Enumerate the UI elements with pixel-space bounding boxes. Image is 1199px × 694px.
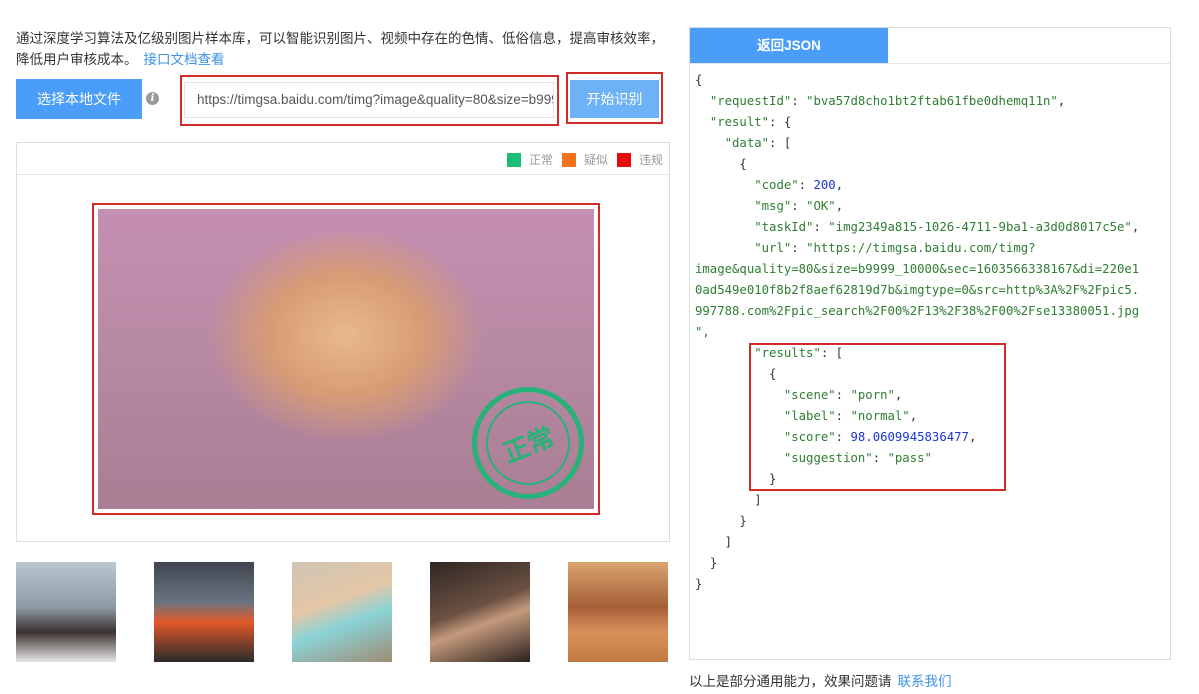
- json-key: "msg": [754, 199, 792, 213]
- contact-us-link[interactable]: 联系我们: [898, 674, 952, 689]
- json-line: 0ad549e010f8b2f8aef62819d7b&imgtype=0&sr…: [695, 283, 1140, 297]
- start-highlight-box: 开始识别: [566, 72, 663, 124]
- json-line: {: [695, 154, 1165, 175]
- json-punct: ]: [724, 535, 733, 549]
- json-value: "OK": [806, 199, 836, 213]
- json-line: }: [695, 511, 1165, 532]
- json-key: "requestId": [709, 94, 792, 108]
- start-recognition-button[interactable]: 开始识别: [570, 80, 659, 118]
- json-line: "msg": "OK",: [754, 199, 844, 213]
- json-punct: }: [709, 556, 718, 570]
- json-line: "data": [: [695, 133, 1165, 154]
- api-doc-link[interactable]: 接口文档查看: [144, 52, 225, 67]
- json-key: "data": [724, 136, 770, 150]
- json-code: { "requestId": "bva57d8cho1bt2ftab61fbe0…: [695, 70, 1165, 595]
- json-line: "requestId": "bva57d8cho1bt2ftab61fbe0dh…: [709, 94, 1066, 108]
- tab-return-json[interactable]: 返回JSON: [690, 28, 888, 63]
- url-highlight-box: https://timgsa.baidu.com/timg?image&qual…: [180, 75, 559, 126]
- json-line: "code": 200,: [754, 178, 844, 192]
- description-text: 通过深度学习算法及亿级别图片样本库，可以智能识别图片、视频中存在的色情、低俗信息…: [16, 31, 664, 67]
- json-punct: }: [739, 514, 747, 528]
- json-value: "bva57d8cho1bt2ftab61fbe0dhemq11n": [806, 94, 1058, 108]
- json-value: 200: [813, 178, 836, 192]
- json-key: "url": [754, 241, 792, 255]
- legend-violation-label: 违规: [638, 153, 663, 167]
- description: 通过深度学习算法及亿级别图片样本库，可以智能识别图片、视频中存在的色情、低俗信息…: [16, 28, 666, 70]
- preview-header: 正常 疑似 违规: [17, 143, 669, 175]
- sample-thumbnail-1[interactable]: [16, 562, 116, 662]
- legend-violation-swatch: [616, 152, 631, 167]
- json-line: 997788.com%2Fpic_search%2F00%2F13%2F38%2…: [695, 304, 1140, 318]
- json-line: "url": "https://timgsa.baidu.com/timg?: [754, 241, 1036, 255]
- json-punct: : [: [769, 136, 792, 150]
- json-line: "result": {: [695, 112, 1165, 133]
- sample-thumbnail-3[interactable]: [292, 562, 392, 662]
- json-line: ]: [695, 490, 1165, 511]
- tab-divider: [690, 63, 1170, 64]
- json-punct: : {: [769, 115, 792, 129]
- sample-thumbnail-5[interactable]: [568, 562, 668, 662]
- json-punct: }: [695, 577, 703, 591]
- json-key: "result": [709, 115, 770, 129]
- select-local-file-button[interactable]: 选择本地文件: [16, 79, 142, 119]
- results-highlight-box: [749, 343, 1006, 491]
- info-icon[interactable]: i: [146, 92, 159, 105]
- json-line: ]: [695, 532, 1165, 553]
- json-line: {: [695, 73, 703, 87]
- legend-normal-swatch: [506, 152, 521, 167]
- json-line: }: [695, 574, 1165, 595]
- analyzed-image-frame: 正常: [92, 203, 600, 515]
- footer-note: 以上是部分通用能力，效果问题请 联系我们: [689, 670, 952, 690]
- json-line: ",: [695, 325, 710, 339]
- json-value: "https://timgsa.baidu.com/timg?: [806, 241, 1036, 255]
- normal-stamp: 正常: [455, 370, 594, 509]
- sample-thumbnail-2[interactable]: [154, 562, 254, 662]
- image-preview-panel: 正常 疑似 违规 正常: [16, 142, 670, 542]
- result-legend: 正常 疑似 违规: [506, 151, 663, 168]
- legend-suspect-swatch: [561, 152, 576, 167]
- legend-suspect-label: 疑似: [583, 153, 608, 167]
- legend-normal-label: 正常: [528, 153, 553, 167]
- json-key: "taskId": [754, 220, 814, 234]
- json-key: "code": [754, 178, 799, 192]
- analyzed-image: 正常: [98, 209, 594, 509]
- json-line: }: [695, 553, 1165, 574]
- json-value: "img2349a815-1026-4711-9ba1-a3d0d8017c5e…: [828, 220, 1132, 234]
- footer-text: 以上是部分通用能力，效果问题请: [689, 674, 892, 689]
- image-url-input[interactable]: https://timgsa.baidu.com/timg?image&qual…: [184, 82, 554, 118]
- json-line: image&quality=80&size=b9999_10000&sec=16…: [695, 262, 1140, 276]
- json-punct: {: [739, 157, 747, 171]
- sample-thumbnail-4[interactable]: [430, 562, 530, 662]
- json-punct: ]: [754, 493, 762, 507]
- json-line: "taskId": "img2349a815-1026-4711-9ba1-a3…: [754, 220, 1140, 234]
